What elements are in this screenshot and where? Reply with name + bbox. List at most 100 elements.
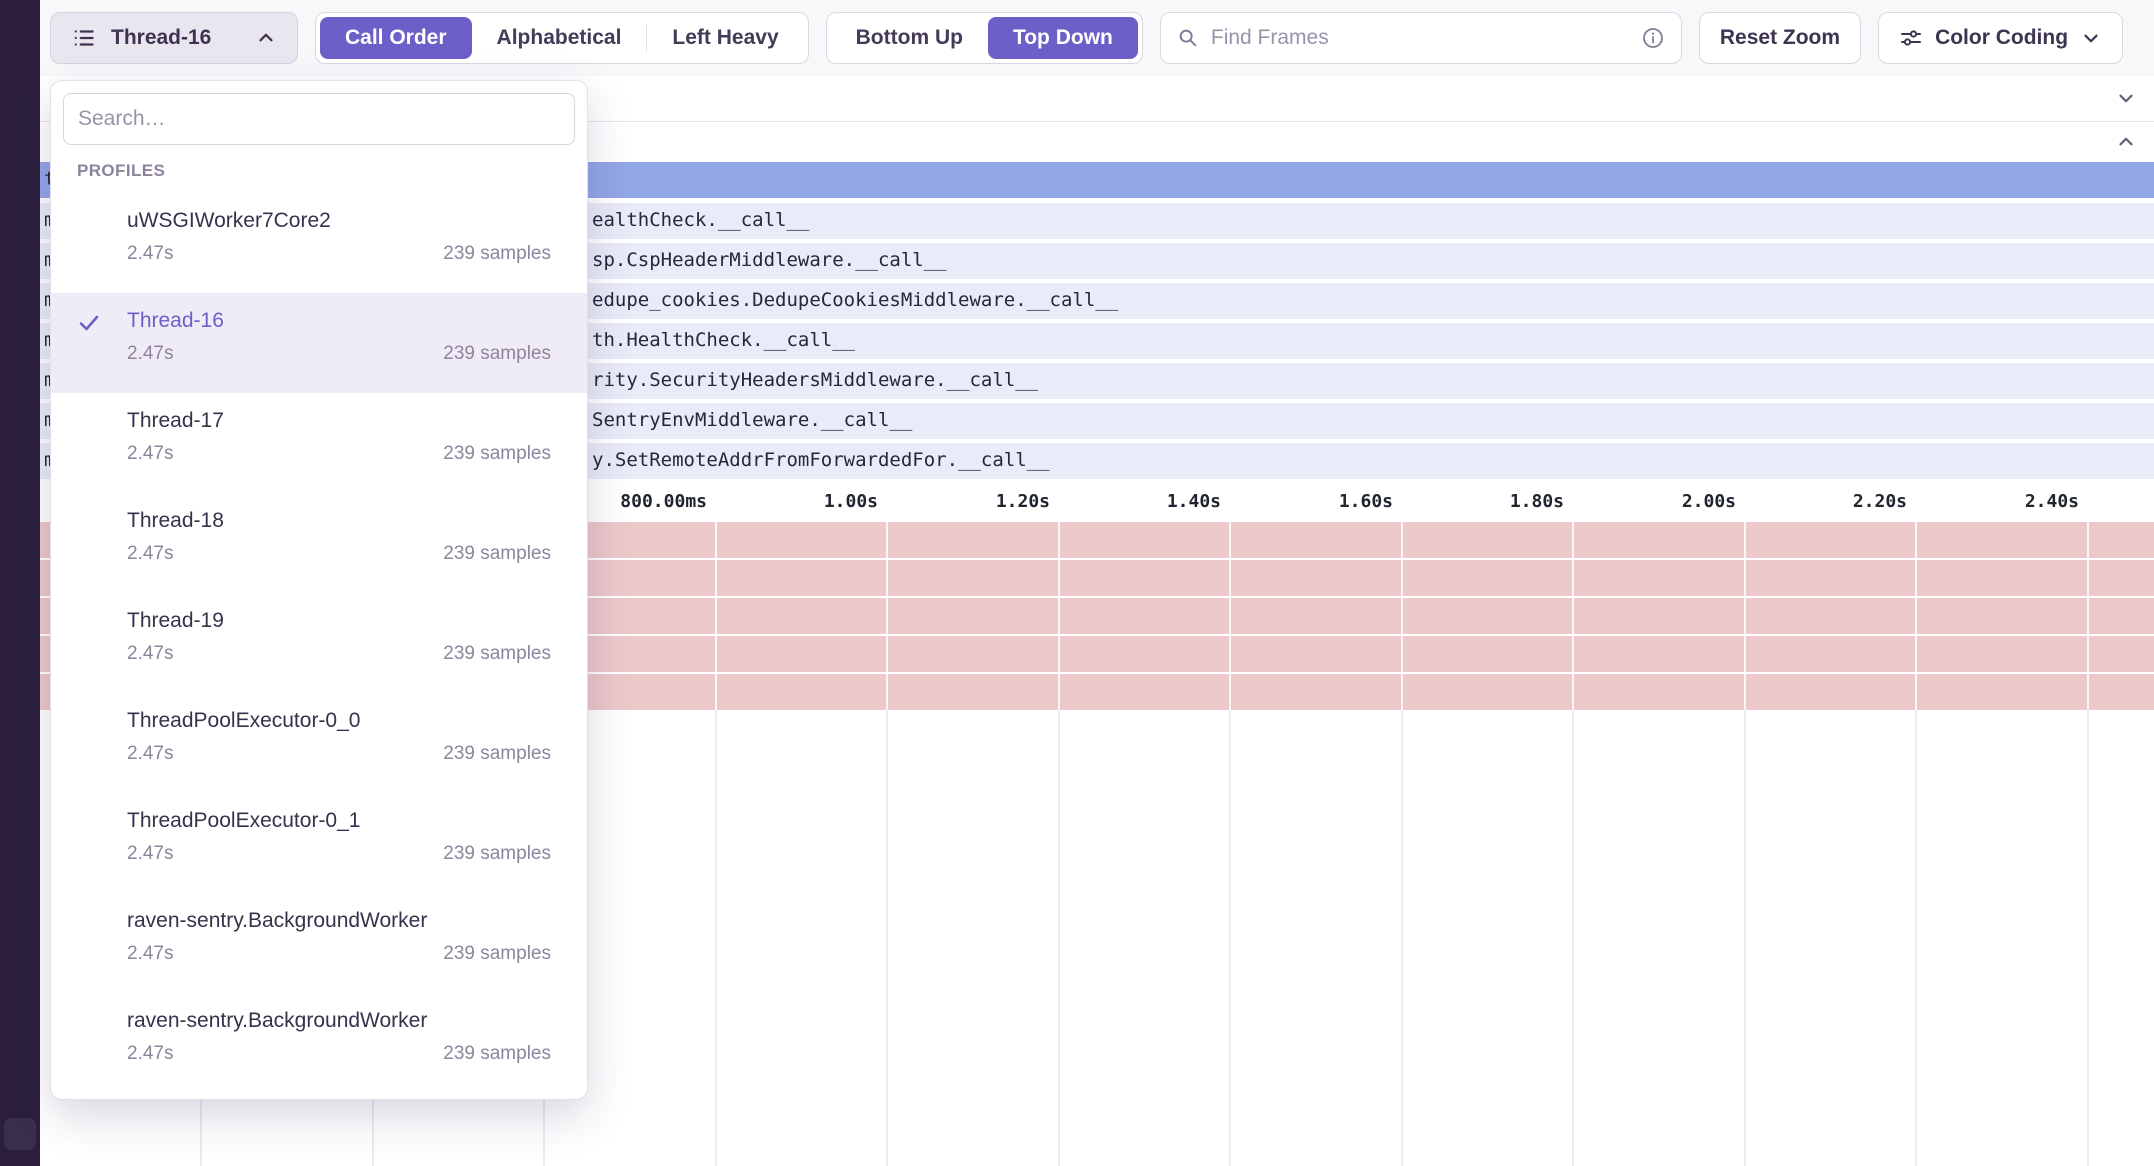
gridline xyxy=(1229,710,1231,1166)
profile-option[interactable]: ThreadPoolExecutor-0_1 2.47s 239 samples xyxy=(51,793,587,893)
profile-name: raven-sentry.BackgroundWorker xyxy=(127,1009,551,1033)
gridline xyxy=(2087,710,2089,1166)
profiles-search-input[interactable] xyxy=(78,107,560,131)
profile-option[interactable]: raven-sentry.BackgroundWorker 2.47s 239 … xyxy=(51,893,587,993)
gridline xyxy=(1058,710,1060,1166)
axis-tick-label: 1.40s xyxy=(1167,491,1221,512)
profile-samples: 239 samples xyxy=(443,543,551,565)
axis-tick-label: 1.20s xyxy=(996,491,1050,512)
reset-zoom-button[interactable]: Reset Zoom xyxy=(1699,12,1861,64)
sidebar-footer-button[interactable] xyxy=(4,1118,36,1150)
frame-label: ealthCheck.__call__ xyxy=(592,209,809,231)
tab-left-heavy[interactable]: Left Heavy xyxy=(647,17,803,59)
gridline xyxy=(1915,522,1917,710)
gridline xyxy=(1401,522,1403,710)
chevron-down-icon xyxy=(2115,87,2137,109)
profile-option[interactable]: Thread-17 2.47s 239 samples xyxy=(51,393,587,493)
profile-name: raven-sentry.BackgroundWorker xyxy=(127,909,551,933)
sidebar-strip xyxy=(0,0,40,1166)
gridline xyxy=(1572,522,1574,710)
profiles-section-label: PROFILES xyxy=(77,161,561,181)
gridline xyxy=(886,710,888,1166)
gridline xyxy=(1401,710,1403,1166)
toolbar: Thread-16 Call Order Alphabetical Left H… xyxy=(40,0,2154,76)
gridline xyxy=(2087,522,2089,710)
profile-duration: 2.47s xyxy=(127,943,173,965)
expand-panel-button[interactable] xyxy=(2112,128,2140,156)
profile-duration: 2.47s xyxy=(127,743,173,765)
profile-duration: 2.47s xyxy=(127,243,173,265)
tab-bottom-up[interactable]: Bottom Up xyxy=(831,17,988,59)
reset-zoom-label: Reset Zoom xyxy=(1720,26,1840,50)
profile-name: uWSGIWorker7Core2 xyxy=(127,209,551,233)
axis-tick-label: 1.60s xyxy=(1339,491,1393,512)
check-icon xyxy=(77,311,101,340)
search-icon xyxy=(1177,27,1199,49)
profile-samples: 239 samples xyxy=(443,943,551,965)
axis-tick-label: 2.20s xyxy=(1853,491,1907,512)
axis-tick-label: 800.00ms xyxy=(620,491,707,512)
chevron-up-icon xyxy=(255,27,277,49)
frame-label: th.HealthCheck.__call__ xyxy=(592,329,855,351)
order-segmented-control: Call Order Alphabetical Left Heavy xyxy=(315,12,809,64)
axis-tick-label: 2.40s xyxy=(2025,491,2079,512)
find-frames-input[interactable] xyxy=(1211,26,1629,50)
profile-option[interactable]: Thread-18 2.47s 239 samples xyxy=(51,493,587,593)
frame-label: rity.SecurityHeadersMiddleware.__call__ xyxy=(592,369,1038,391)
tab-top-down[interactable]: Top Down xyxy=(988,17,1138,59)
gridline xyxy=(886,522,888,710)
profile-duration: 2.47s xyxy=(127,843,173,865)
sliders-icon xyxy=(1899,26,1923,50)
list-icon xyxy=(71,25,97,51)
profile-samples: 239 samples xyxy=(443,843,551,865)
collapse-panel-button[interactable] xyxy=(2112,84,2140,112)
gridline xyxy=(1229,522,1231,710)
profile-duration: 2.47s xyxy=(127,343,173,365)
profile-duration: 2.47s xyxy=(127,1043,173,1065)
profile-duration: 2.47s xyxy=(127,443,173,465)
profile-samples: 239 samples xyxy=(443,443,551,465)
tab-alphabetical[interactable]: Alphabetical xyxy=(472,17,647,59)
profile-option[interactable]: uWSGIWorker7Core2 2.47s 239 samples xyxy=(51,193,587,293)
profile-samples: 239 samples xyxy=(443,343,551,365)
gridline xyxy=(1915,710,1917,1166)
profile-samples: 239 samples xyxy=(443,643,551,665)
gridline xyxy=(715,522,717,710)
profile-option[interactable]: Thread-19 2.47s 239 samples xyxy=(51,593,587,693)
profile-name: Thread-17 xyxy=(127,409,551,433)
profile-duration: 2.47s xyxy=(127,543,173,565)
profile-name: Thread-18 xyxy=(127,509,551,533)
chevron-down-icon xyxy=(2080,27,2102,49)
profile-samples: 239 samples xyxy=(443,243,551,265)
tab-call-order[interactable]: Call Order xyxy=(320,17,472,59)
profile-samples: 239 samples xyxy=(443,743,551,765)
color-coding-button[interactable]: Color Coding xyxy=(1878,12,2123,64)
profile-option[interactable]: raven-sentry.BackgroundWorker 2.47s 239 … xyxy=(51,993,587,1093)
gridline xyxy=(1058,522,1060,710)
profiles-dropdown: PROFILES uWSGIWorker7Core2 2.47s 239 sam… xyxy=(50,80,588,1100)
profile-name: Thread-19 xyxy=(127,609,551,633)
axis-tick-label: 1.00s xyxy=(824,491,878,512)
profile-samples: 239 samples xyxy=(443,1043,551,1065)
frame-label: y.SetRemoteAddrFromForwardedFor.__call__ xyxy=(592,449,1050,471)
axis-tick-label: 1.80s xyxy=(1510,491,1564,512)
gridline xyxy=(715,710,717,1166)
profile-name: Thread-16 xyxy=(127,309,551,333)
color-coding-label: Color Coding xyxy=(1935,26,2068,50)
profile-option-selected[interactable]: Thread-16 2.47s 239 samples xyxy=(51,293,587,393)
gridline xyxy=(1744,522,1746,710)
frame-label: SentryEnvMiddleware.__call__ xyxy=(592,409,912,431)
profile-duration: 2.47s xyxy=(127,643,173,665)
profile-option[interactable]: ThreadPoolExecutor-0_0 2.47s 239 samples xyxy=(51,693,587,793)
profile-name: ThreadPoolExecutor-0_1 xyxy=(127,809,551,833)
frame-label: edupe_cookies.DedupeCookiesMiddleware.__… xyxy=(592,289,1118,311)
gridline xyxy=(1572,710,1574,1166)
axis-tick-label: 2.00s xyxy=(1682,491,1736,512)
direction-segmented-control: Bottom Up Top Down xyxy=(826,12,1143,64)
thread-selector-button[interactable]: Thread-16 xyxy=(50,12,298,64)
profile-name: ThreadPoolExecutor-0_0 xyxy=(127,709,551,733)
chevron-up-icon xyxy=(2115,131,2137,153)
find-frames-container xyxy=(1160,12,1682,64)
gridline xyxy=(1744,710,1746,1166)
info-icon[interactable] xyxy=(1641,26,1665,50)
